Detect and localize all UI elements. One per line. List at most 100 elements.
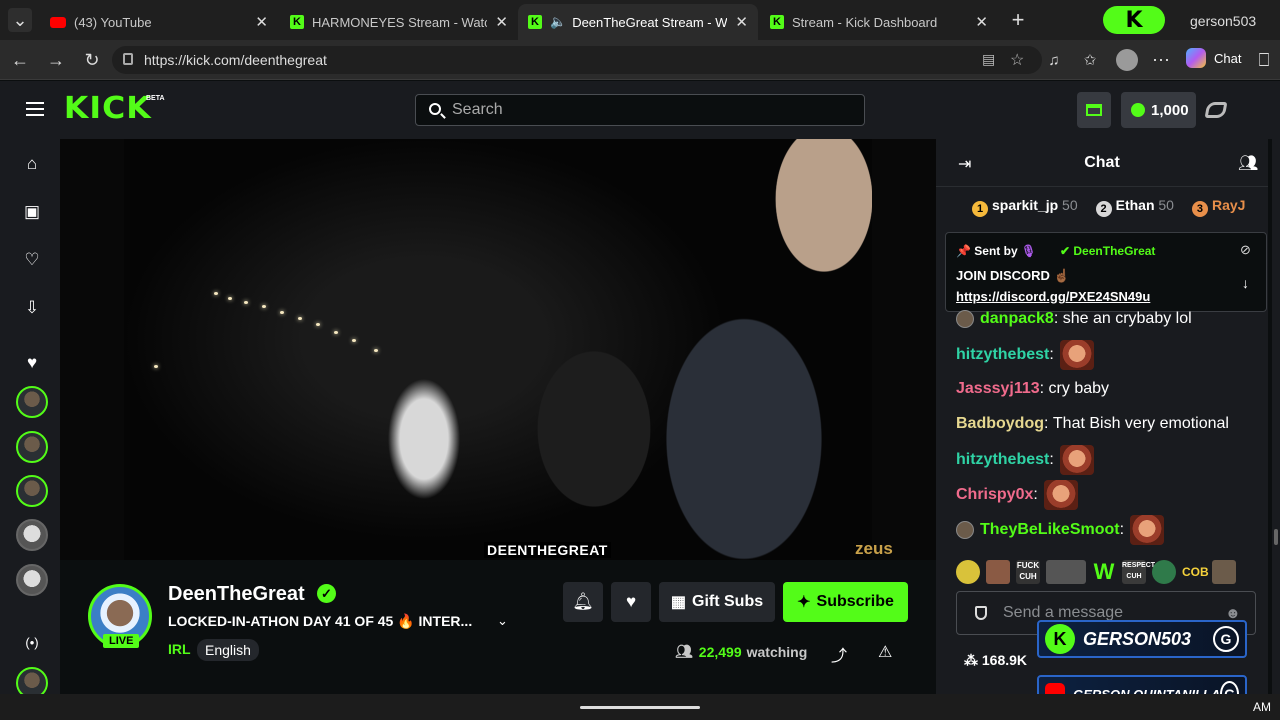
follow-button[interactable]: ♥ (611, 582, 651, 622)
chat-message[interactable]: hitzythebest: (956, 340, 1094, 370)
copilot-chat-button[interactable]: Chat (1186, 48, 1241, 68)
left-sidebar: ⌂ ▣ ♡ ⇩ ♥ (•) (0, 139, 60, 699)
chat-message[interactable]: Jasssyj113: cry baby (956, 380, 1109, 398)
youtube-icon (50, 16, 66, 28)
home-indicator[interactable] (580, 706, 700, 709)
reader-mode-icon[interactable]: ▤ (982, 51, 995, 68)
followed-channel-avatar[interactable] (16, 386, 48, 418)
language-tag[interactable]: English (197, 639, 259, 661)
live-badge: LIVE (103, 634, 140, 648)
leaderboard-entry[interactable]: 3 RayJ (1191, 197, 1245, 217)
chat-message[interactable]: TheyBeLikeSmoot: (956, 515, 1165, 545)
speaker-icon[interactable]: 🔈 (550, 14, 566, 30)
subscribe-button[interactable]: ✦ Subscribe (783, 582, 908, 622)
search-input[interactable]: Search (415, 94, 865, 126)
close-tab-icon[interactable]: ✕ (727, 13, 748, 31)
chat-message[interactable]: Chrispy0x: (956, 480, 1078, 510)
beta-badge: BETA (146, 95, 165, 102)
followed-channel-avatar[interactable] (16, 564, 48, 596)
following-icon[interactable]: ♡ (22, 251, 42, 269)
tab-list-button[interactable]: ⌄ (8, 8, 32, 32)
clips-icon[interactable]: ⇩ (22, 299, 42, 317)
os-taskbar: AM (0, 694, 1280, 720)
emote-button[interactable] (1046, 560, 1086, 584)
tab-harmoneyes[interactable]: K HARMONEYES Stream - Watch Live ✕ (280, 4, 518, 40)
kick-icon: K (528, 15, 542, 29)
pinned-author[interactable]: ✔ DeenTheGreat (1060, 244, 1155, 258)
page-scrollbar[interactable] (1272, 139, 1280, 694)
chat-message[interactable]: danpack8: she an crybaby lol (956, 310, 1192, 328)
kick-logo[interactable]: KICK (64, 91, 152, 126)
followers-icon: ⁂ (964, 652, 982, 668)
sponsor-watermark: zeus (855, 539, 893, 558)
expand-pin-icon[interactable]: ↓ (1242, 275, 1249, 291)
star-icon: ✦ (797, 594, 811, 611)
emote-button[interactable] (1152, 560, 1176, 584)
tab-kick-dashboard[interactable]: K Stream - Kick Dashboard ✕ (760, 4, 998, 40)
emote-button[interactable] (1212, 560, 1236, 584)
emote-button[interactable]: RESPECT CUH (1122, 560, 1155, 584)
profile-chip[interactable]: K (1103, 6, 1165, 34)
scrollbar-thumb[interactable] (1274, 529, 1278, 545)
new-tab-button[interactable]: + (1006, 7, 1030, 32)
chat-message[interactable]: Badboydog: That Bish very emotional (956, 415, 1229, 433)
user-badge (956, 521, 974, 539)
extensions-icon[interactable]: ♫ (1042, 48, 1066, 72)
close-tab-icon[interactable]: ✕ (487, 13, 508, 31)
home-icon[interactable]: ⌂ (22, 155, 42, 173)
browse-icon[interactable]: ▣ (22, 203, 42, 221)
report-icon[interactable]: ⚠ (878, 642, 892, 662)
video-player[interactable]: DEENTHEGREAT zeus (60, 139, 936, 560)
forward-button[interactable]: → (44, 48, 68, 72)
back-button[interactable]: ← (8, 48, 32, 72)
browser-profile-avatar[interactable] (1116, 49, 1138, 71)
emote-image (1059, 340, 1094, 370)
menu-icon[interactable] (26, 102, 44, 116)
category-link[interactable]: IRL (168, 641, 191, 657)
address-bar[interactable]: https://kick.com/deenthegreat ▤ ☆ (112, 46, 1042, 74)
emote-button[interactable] (986, 560, 1010, 584)
pinned-message: 📌 Sent by 🎙︎ ✔ DeenTheGreat JOIN DISCORD… (945, 232, 1267, 312)
gift-subs-button[interactable]: ▦ Gift Subs (659, 582, 775, 622)
browse-button[interactable] (1077, 92, 1111, 128)
browser-tab-bar: ⌄ (43) YouTube ✕ K HARMONEYES Stream - W… (0, 0, 1280, 40)
leaderboard-entry[interactable]: 1 sparkit_jp 50 (972, 197, 1078, 217)
emote-button[interactable] (956, 560, 980, 584)
bell-icon: 🔔︎ (572, 592, 594, 611)
chevron-down-icon[interactable]: ⌄ (497, 613, 508, 629)
reload-button[interactable]: ↻ (80, 48, 104, 72)
more-menu-icon[interactable]: ⋯ (1149, 48, 1173, 72)
followed-channel-avatar[interactable] (16, 475, 48, 507)
followed-channel-avatar[interactable] (16, 431, 48, 463)
share-icon[interactable]: ⤴ (831, 642, 847, 666)
pinned-link[interactable]: https://discord.gg/PXE24SN49u (956, 289, 1150, 304)
sidebar-toggle-icon[interactable]: ⎕ (1252, 48, 1276, 72)
favorites-icon[interactable]: ✩ (1078, 48, 1102, 72)
notifications-button[interactable]: 🔔︎ (563, 582, 603, 622)
hide-pin-icon[interactable]: ⊘ (1240, 242, 1251, 258)
favorite-star-icon[interactable]: ☆ (1010, 50, 1024, 70)
close-tab-icon[interactable]: ✕ (247, 13, 268, 31)
pinned-sent-by: 📌 Sent by 🎙︎ (956, 244, 1037, 258)
user-profile-icon[interactable] (1204, 102, 1228, 118)
emote-button[interactable]: COB (1182, 560, 1209, 584)
live-broadcast-icon[interactable]: (•) (22, 634, 42, 652)
browser-toolbar: ← → ↻ https://kick.com/deenthegreat ▤ ☆ … (0, 40, 1280, 80)
emote-image (1043, 480, 1078, 510)
tab-deenthegreat[interactable]: K 🔈 DeenTheGreat Stream - Watch ✕ (518, 4, 758, 40)
favorites-heart-icon[interactable]: ♥ (22, 354, 42, 372)
emote-button[interactable]: FUCK CUH (1016, 560, 1040, 584)
emote-button[interactable]: W (1092, 560, 1116, 584)
followed-channel-avatar[interactable] (16, 519, 48, 551)
kick-icon: K (770, 15, 784, 29)
chat-users-icon[interactable]: 👥︎ (1238, 153, 1258, 173)
channel-name[interactable]: DeenTheGreat (168, 583, 305, 606)
points-button[interactable]: 1,000 (1121, 92, 1196, 128)
chat-rules-icon[interactable] (975, 606, 987, 620)
chat-message[interactable]: hitzythebest: (956, 445, 1094, 475)
leaderboard-entry[interactable]: 2 Ethan 50 (1095, 197, 1174, 217)
copilot-icon (1186, 48, 1206, 68)
site-header: KICK BETA Search 1,000 (0, 81, 1280, 139)
close-tab-icon[interactable]: ✕ (967, 13, 988, 31)
tab-youtube[interactable]: (43) YouTube ✕ (40, 4, 278, 40)
